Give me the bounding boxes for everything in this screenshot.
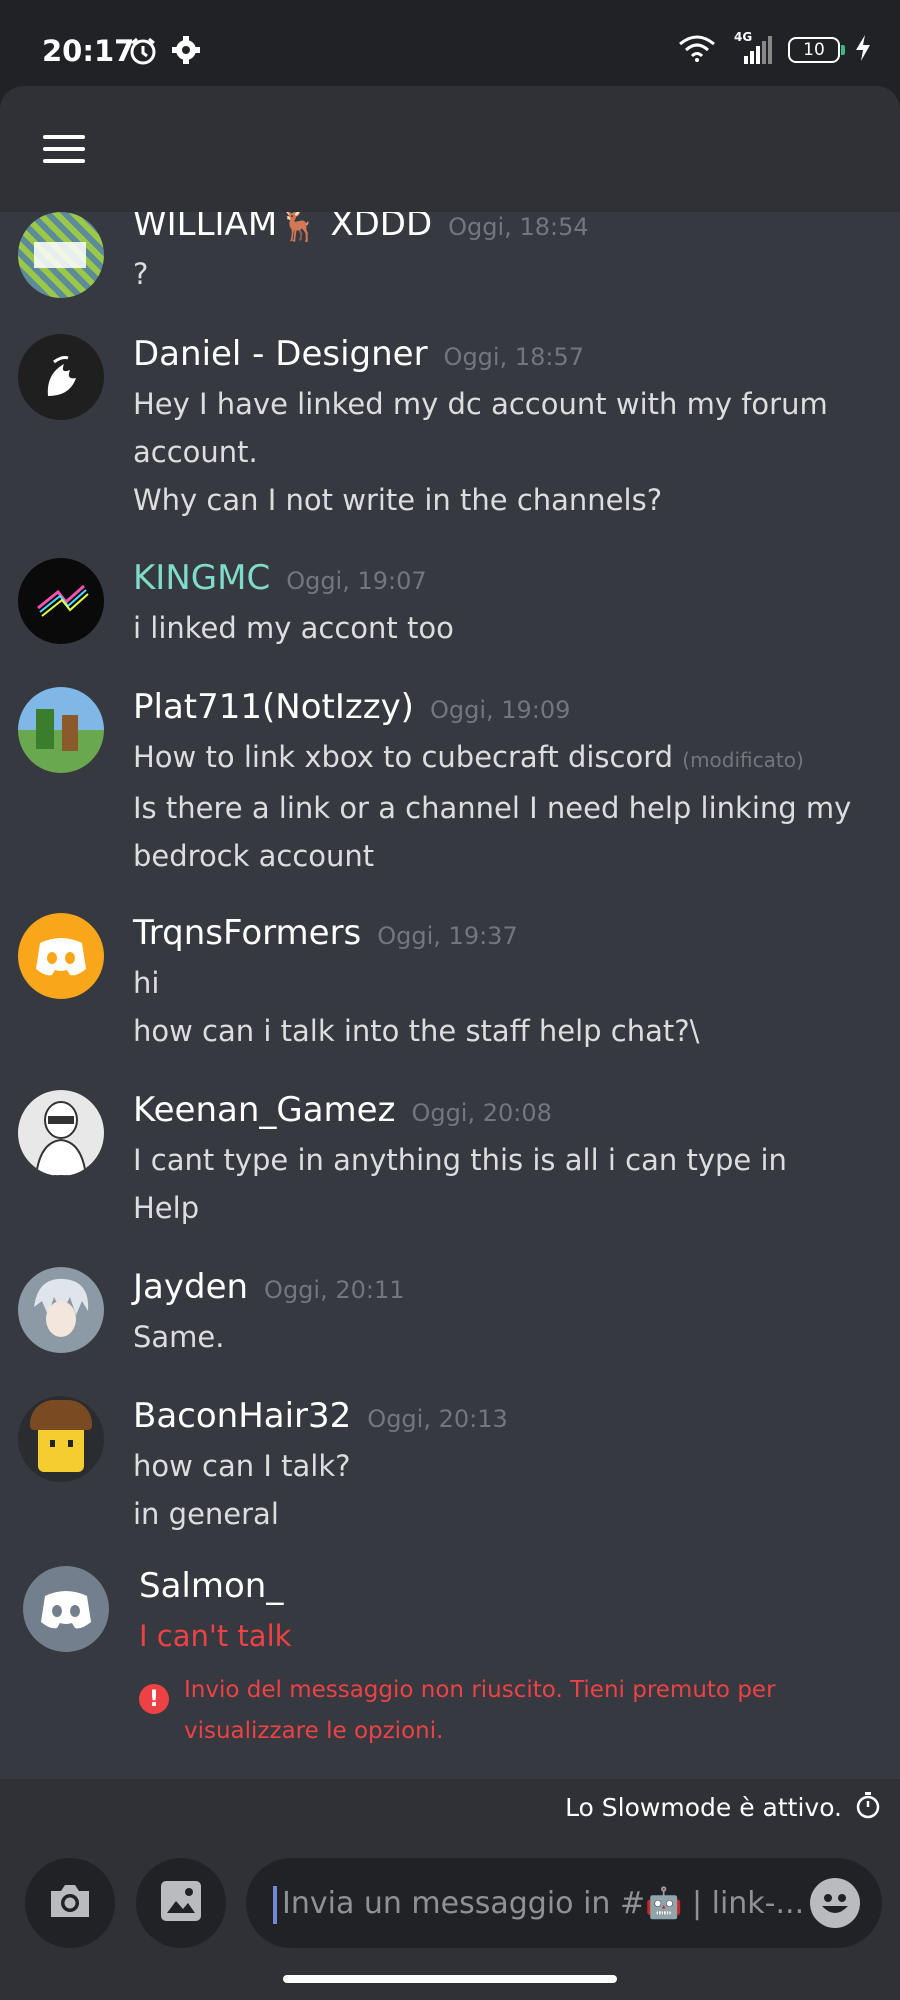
message-text: in general [133, 1497, 279, 1531]
message-text: Is there a link or a channel I need help… [133, 791, 852, 825]
failed-message-text: I can't talk [139, 1619, 292, 1653]
camera-icon [47, 1881, 93, 1925]
status-time: 20:17 [42, 34, 135, 68]
message-text: Help [133, 1191, 200, 1225]
username[interactable]: Plat711(NotIzzy) [133, 687, 414, 727]
deer-emoji: 🦌 [277, 212, 320, 244]
message-text: I cant type in anything this is all i ca… [133, 1143, 787, 1177]
message-text: Hey I have linked my dc account with my … [133, 387, 828, 421]
message-text: account. [133, 435, 258, 469]
discord-logo-icon [36, 938, 86, 976]
message-text: Same. [133, 1320, 225, 1354]
battery-icon: 10 [788, 37, 845, 63]
timestamp: Oggi, 20:13 [367, 1405, 508, 1433]
message-text: ? [133, 257, 149, 291]
error-icon: ! [139, 1684, 169, 1714]
timestamp: Oggi, 18:57 [443, 343, 584, 371]
message-text: bedrock account [133, 839, 375, 873]
avatar[interactable] [18, 913, 104, 999]
wifi-icon [678, 34, 716, 66]
message-text: hi [133, 966, 160, 1000]
avatar[interactable] [18, 687, 104, 773]
stopwatch-icon [856, 1791, 880, 1823]
error-text: Invio del messaggio non riuscito. Tieni … [184, 1677, 776, 1703]
message-text: How to link xbox to cubecraft discord [133, 740, 674, 774]
emoji-icon[interactable] [810, 1878, 860, 1928]
avatar[interactable] [18, 558, 104, 644]
timestamp: Oggi, 18:54 [448, 213, 589, 241]
timestamp: Oggi, 19:07 [286, 567, 427, 595]
avatar[interactable] [18, 212, 104, 298]
message-input[interactable] [280, 1872, 804, 1934]
username[interactable]: WILLIAM🦌 XDDD [133, 212, 432, 244]
home-indicator[interactable] [283, 1975, 617, 1983]
avatar[interactable] [18, 1267, 104, 1353]
hamburger-menu-icon[interactable] [43, 135, 85, 165]
discord-logo-icon [41, 1591, 91, 1629]
username-suffix: XDDD [330, 212, 433, 244]
username[interactable]: BaconHair32 [133, 1396, 351, 1436]
alarm-icon [128, 36, 158, 70]
username[interactable]: Salmon_ [139, 1566, 283, 1606]
text-caret [273, 1886, 277, 1924]
message-composer[interactable] [246, 1858, 882, 1948]
image-gallery-icon [159, 1879, 203, 1927]
username[interactable]: Keenan_Gamez [133, 1090, 395, 1130]
gallery-button[interactable] [136, 1858, 226, 1948]
avatar[interactable] [18, 1090, 104, 1176]
slowmode-bar: Lo Slowmode è attivo. [0, 1779, 900, 1835]
battery-level: 10 [803, 40, 825, 60]
message-text: Why can I not write in the channels? [133, 483, 663, 517]
timestamp: Oggi, 19:37 [377, 922, 518, 950]
username[interactable]: Daniel - Designer [133, 334, 428, 374]
signal-icon: 4G [730, 30, 774, 64]
username[interactable]: Jayden [133, 1267, 248, 1307]
status-bar: 20:17 4G 10 [0, 0, 900, 86]
message-text: how can i talk into the staff help chat?… [133, 1014, 700, 1048]
top-bar [0, 86, 900, 212]
error-text: visualizzare le opzioni. [184, 1718, 444, 1744]
username[interactable]: TrqnsFormers [133, 913, 361, 953]
timestamp: Oggi, 19:09 [429, 696, 571, 724]
edited-label: (modificato) [682, 748, 804, 772]
app-frame: WILLIAM🦌 XDDD Oggi, 18:54 ? Daniel - Des… [0, 86, 900, 2000]
settings-gear-icon [172, 36, 200, 68]
timestamp: Oggi, 20:08 [411, 1099, 552, 1127]
slowmode-label: Lo Slowmode è attivo. [565, 1792, 842, 1822]
message-text: i linked my accont too [133, 611, 454, 645]
message-text: how can I talk? [133, 1449, 351, 1483]
message-list[interactable]: WILLIAM🦌 XDDD Oggi, 18:54 ? Daniel - Des… [0, 212, 900, 1777]
send-error-notice[interactable]: ! Invio del messaggio non riuscito. Tien… [139, 1670, 880, 1752]
username-text: WILLIAM [133, 212, 278, 244]
username[interactable]: KINGMC [133, 558, 270, 598]
avatar[interactable] [18, 334, 104, 420]
charging-bolt-icon [854, 35, 872, 65]
timestamp: Oggi, 20:11 [264, 1276, 405, 1304]
avatar[interactable] [18, 1396, 104, 1482]
camera-button[interactable] [25, 1858, 115, 1948]
avatar[interactable] [23, 1566, 109, 1652]
